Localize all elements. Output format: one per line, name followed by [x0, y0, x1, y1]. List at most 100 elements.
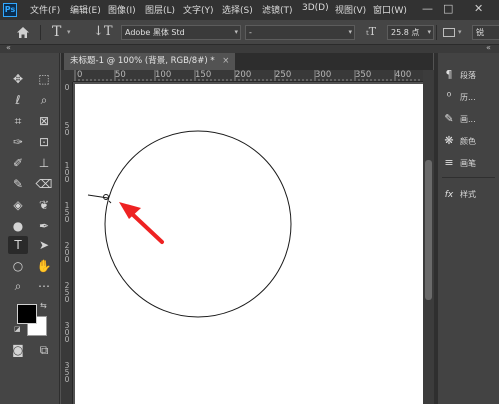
ruler-label: 150 [195, 70, 212, 80]
ruler-label: 250 [275, 70, 292, 80]
collapse-left-icon[interactable]: « [6, 43, 11, 52]
type-tool-icon[interactable]: T [52, 24, 61, 40]
font-style-value: - [249, 28, 252, 37]
ruler-label: 3 5 0 [64, 361, 70, 384]
swap-colors-icon[interactable]: ⇆ [40, 301, 47, 310]
document-canvas[interactable] [75, 84, 423, 404]
quick-selection-tool-icon[interactable]: ⌕ [34, 91, 54, 109]
panel-label: 颜色 [460, 137, 476, 146]
vertical-ruler[interactable]: 0 5 0 1 0 0 1 5 0 2 0 0 2 5 0 3 0 0 3 5 … [61, 82, 73, 404]
panel-separator [442, 177, 495, 178]
ruler-label: 50 [115, 70, 126, 80]
type-cursor-line [87, 194, 109, 199]
photoshop-logo: Ps [3, 3, 17, 17]
font-family-value: Adobe 黑体 Std [125, 28, 185, 37]
document-tab-bar: 未标题-1 @ 100% (背景, RGB/8#) * × [61, 53, 433, 70]
eraser-tool-icon[interactable]: ⌫ [34, 175, 54, 193]
horizontal-type-tool-icon[interactable]: T [8, 236, 28, 254]
panel-label: 历... [460, 93, 476, 102]
screen-mode-icon[interactable]: ⧉ [34, 341, 54, 359]
ellipse-tool-icon[interactable]: ○ [8, 257, 28, 275]
menu-3d[interactable]: 3D(D) [302, 3, 329, 13]
red-arrow-icon [119, 202, 164, 244]
panel-label: 画笔 [460, 159, 476, 168]
swatches-icon: ❋ [444, 134, 454, 147]
panel-brush-settings[interactable]: ≡ 画笔 [442, 153, 499, 173]
menu-layer[interactable]: 图层(L) [145, 3, 175, 16]
panel-label: 样式 [460, 190, 476, 199]
pen-tool-icon[interactable]: ✒ [34, 217, 54, 235]
vertical-scrollbar[interactable] [423, 70, 434, 404]
stamp-tool-icon[interactable]: ⊥ [34, 154, 54, 172]
close-icon[interactable]: ✕ [474, 2, 483, 15]
panel-brush-presets[interactable]: ✎ 画... [442, 109, 499, 129]
ruler-label: 2 0 0 [64, 241, 70, 264]
circle-path [104, 130, 292, 318]
dodge-tool-icon[interactable]: ● [8, 217, 28, 235]
brush-tool-icon[interactable]: ✐ [8, 154, 28, 172]
lasso-tool-icon[interactable]: ℓ [8, 91, 28, 109]
menu-view[interactable]: 视图(V) [335, 3, 366, 16]
ruler-label: 400 [395, 70, 412, 80]
brush-preset-icon: ✎ [444, 112, 454, 125]
frame-tool-icon[interactable]: ⊠ [34, 112, 54, 130]
healing-brush-tool-icon[interactable]: ⊡ [34, 133, 54, 151]
separator [436, 25, 437, 40]
font-family-select[interactable]: Adobe 黑体 Std ▾ [121, 25, 241, 40]
document-tab[interactable]: 未标题-1 @ 100% (背景, RGB/8#) * × [64, 53, 236, 70]
chevron-down-icon: ▾ [348, 28, 352, 36]
styles-icon: fx [444, 190, 454, 200]
menu-window[interactable]: 窗口(W) [373, 3, 407, 16]
ruler-label: 350 [355, 70, 372, 80]
panel-paragraph[interactable]: ¶ 段落 [442, 65, 499, 85]
menu-type[interactable]: 文字(Y) [183, 3, 214, 16]
ruler-label: 0 [77, 70, 83, 80]
canvas-drawing [87, 130, 292, 318]
ruler-label: 200 [235, 70, 252, 80]
eyedropper-tool-icon[interactable]: ✑ [8, 133, 28, 151]
history-brush-tool-icon[interactable]: ✎ [8, 175, 28, 193]
move-tool-icon[interactable]: ✥ [8, 70, 28, 88]
horizontal-ruler[interactable]: 0 50 100 150 200 250 300 350 400 [73, 70, 423, 82]
options-bar: T ▾ ↓T Adobe 黑体 Std ▾ - ▾ ₜT 25.8 点 ▾ ▾ … [0, 20, 499, 45]
home-icon[interactable] [16, 26, 30, 39]
chevron-down-icon: ▾ [427, 28, 431, 36]
ruler-label: 3 0 0 [64, 321, 70, 344]
minimize-icon[interactable]: — [422, 2, 433, 15]
aa-preview-icon [443, 28, 455, 37]
marquee-tool-icon[interactable]: ⬚ [34, 70, 54, 88]
default-colors-icon[interactable]: ◪ [14, 325, 21, 333]
ruler-origin[interactable] [61, 70, 73, 82]
blur-tool-icon[interactable]: ❦ [34, 196, 54, 214]
tool-preset-chevron-icon[interactable]: ▾ [67, 28, 71, 36]
font-style-select[interactable]: - ▾ [245, 25, 355, 40]
antialias-select[interactable]: 锐 [472, 25, 499, 40]
foreground-color-swatch[interactable] [17, 304, 37, 324]
path-selection-tool-icon[interactable]: ➤ [34, 236, 54, 254]
close-tab-icon[interactable]: × [222, 56, 229, 66]
panel-color[interactable]: ❋ 颜色 [442, 131, 499, 151]
ruler-label: 1 0 0 [64, 161, 70, 184]
paint-bucket-tool-icon[interactable]: ◈ [8, 196, 28, 214]
more-tools-icon[interactable]: ⋯ [34, 277, 54, 295]
menu-edit[interactable]: 编辑(E) [70, 3, 101, 16]
menu-file[interactable]: 文件(F) [30, 3, 60, 16]
hand-tool-icon[interactable]: ✋ [34, 257, 54, 275]
chevron-down-icon[interactable]: ▾ [458, 28, 462, 36]
menu-image[interactable]: 图像(I) [108, 3, 136, 16]
collapse-right-icon[interactable]: « [486, 43, 491, 52]
font-size-select[interactable]: 25.8 点 ▾ [387, 25, 434, 40]
panel-collapse-strip: « « [0, 43, 499, 53]
zoom-tool-icon[interactable]: ⌕ [8, 277, 28, 295]
document-tab-title: 未标题-1 @ 100% (背景, RGB/8#) * [70, 56, 215, 66]
panel-styles[interactable]: fx 样式 [442, 185, 499, 205]
crop-tool-icon[interactable]: ⌗ [8, 112, 28, 130]
canvas-workspace[interactable] [73, 82, 423, 404]
toggle-text-orientation-icon[interactable]: ↓T [93, 24, 113, 39]
scrollbar-thumb[interactable] [425, 160, 432, 300]
menu-filter[interactable]: 滤镜(T) [262, 3, 293, 16]
panel-history[interactable]: ⁰ 历... [442, 87, 499, 107]
maximize-icon[interactable]: □ [443, 2, 453, 15]
menu-select[interactable]: 选择(S) [222, 3, 253, 16]
quick-mask-icon[interactable]: ◙ [8, 341, 28, 359]
